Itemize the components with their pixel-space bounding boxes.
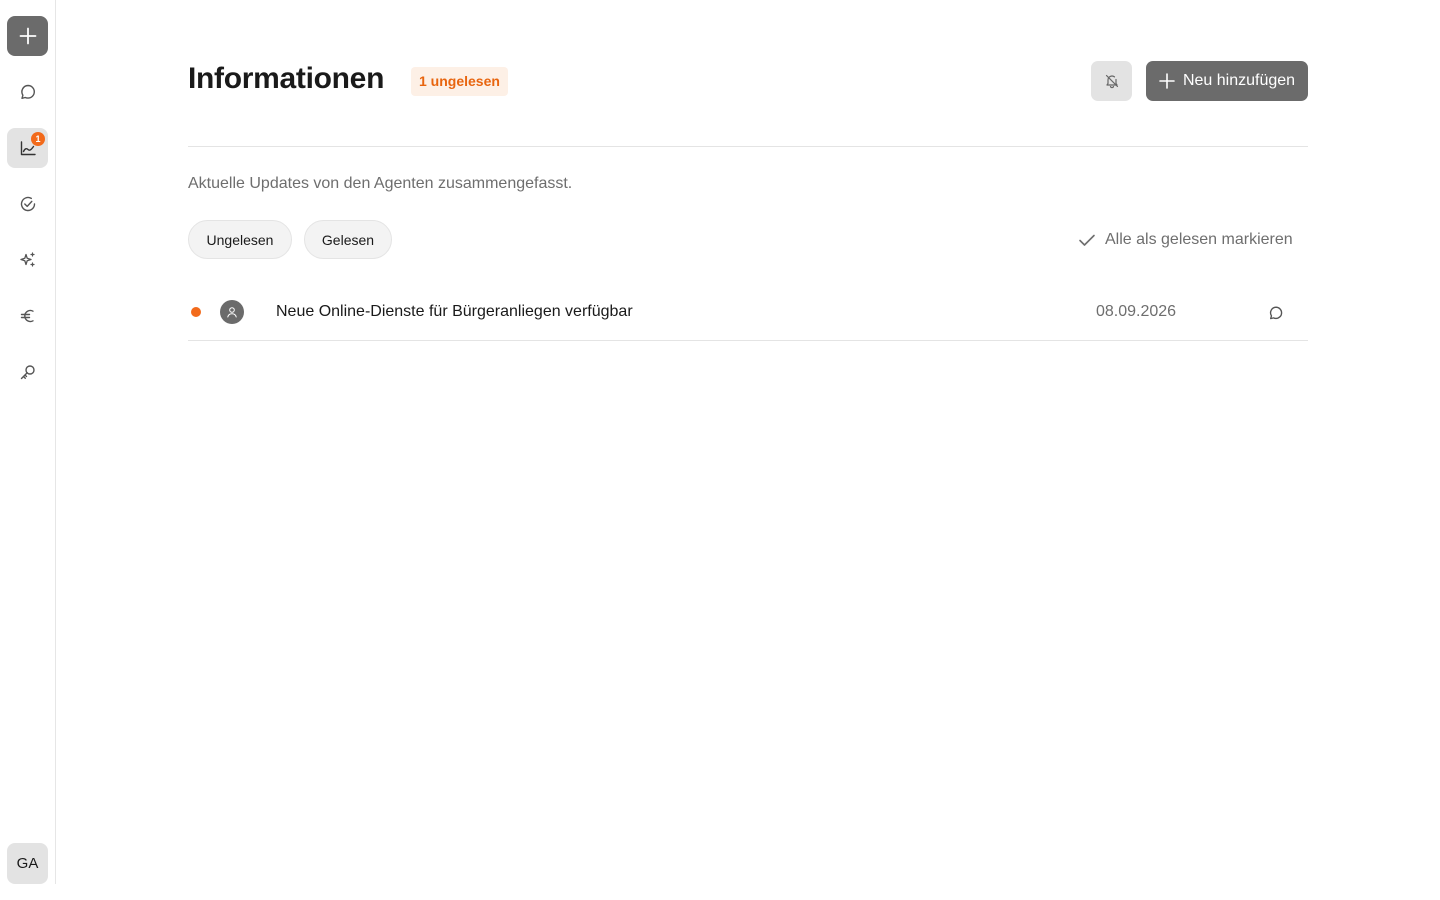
item-title: Neue Online-Dienste für Bürgeranliegen v… (276, 303, 633, 320)
sidebar-item-tasks[interactable] (7, 184, 48, 224)
sidebar: 1 GA (0, 0, 56, 884)
avatar (220, 300, 244, 324)
unread-count-badge: 1 ungelesen (411, 67, 508, 96)
unread-indicator (191, 307, 201, 317)
sidebar-item-agents[interactable] (7, 240, 48, 280)
filter-unread-button[interactable]: Ungelesen (188, 220, 292, 259)
filter-read-button[interactable]: Gelesen (304, 220, 392, 259)
mute-notifications-button[interactable] (1091, 61, 1132, 101)
sidebar-item-chat[interactable] (7, 72, 48, 112)
key-icon (20, 365, 35, 380)
mark-all-read-button[interactable]: Alle als gelesen markieren (1077, 228, 1293, 252)
sidebar-item-keys[interactable] (7, 352, 48, 392)
plus-icon (1159, 73, 1175, 89)
comment-button[interactable] (1266, 303, 1286, 323)
check-circle-icon (20, 196, 35, 212)
bell-off-icon (1105, 74, 1118, 89)
add-new-button[interactable]: Neu hinzufügen (1146, 61, 1308, 101)
sidebar-item-costs[interactable] (7, 296, 48, 336)
item-date: 08.09.2026 (1096, 303, 1177, 320)
chat-bubble-icon (20, 84, 35, 99)
page-subtitle: Aktuelle Updates von den Agenten zusamme… (188, 175, 573, 192)
mark-all-read-label: Alle als gelesen markieren (1105, 231, 1293, 248)
plus-icon (19, 27, 36, 45)
user-icon (227, 307, 237, 318)
page-title: Informationen (188, 62, 385, 95)
chat-bubble-icon (1269, 306, 1283, 320)
sidebar-item-informationen[interactable]: 1 (7, 128, 48, 168)
add-new-label: Neu hinzufügen (1182, 72, 1296, 89)
user-avatar[interactable]: GA (7, 843, 48, 884)
checkmark-icon (1079, 234, 1095, 246)
header-divider (188, 146, 1308, 147)
sparkles-icon (19, 252, 35, 267)
euro-icon (20, 309, 34, 323)
notification-badge: 1 (31, 132, 45, 146)
list-item[interactable]: Neue Online-Dienste für Bürgeranliegen v… (188, 286, 1308, 341)
new-chat-button[interactable] (7, 16, 48, 56)
